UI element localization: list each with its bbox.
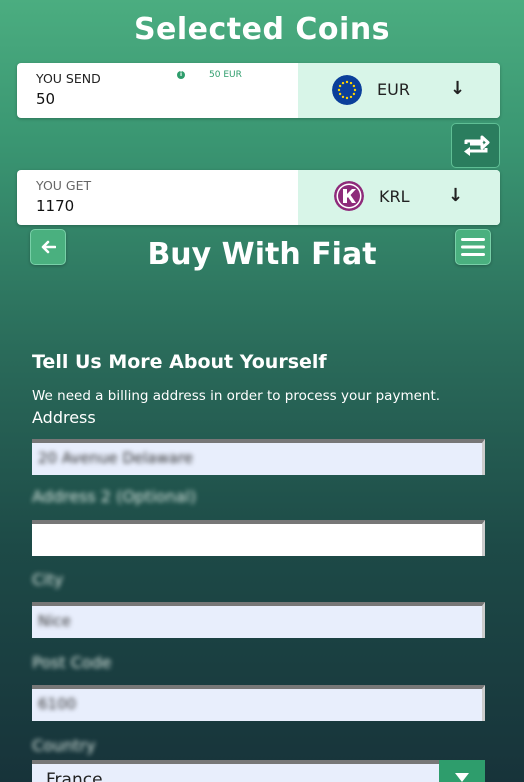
address2-input[interactable] bbox=[32, 520, 485, 556]
arrow-down-icon: ↓ bbox=[448, 185, 464, 206]
address2-label: Address 2 (Optional) bbox=[32, 487, 197, 506]
address-label: Address bbox=[32, 408, 96, 427]
send-amount-area[interactable]: YOU SEND i 50 EUR 50 bbox=[17, 63, 298, 118]
city-value: Nice bbox=[38, 612, 71, 630]
hamburger-menu-icon bbox=[461, 238, 485, 256]
get-amount-area[interactable]: YOU GET 1170 bbox=[17, 170, 298, 225]
section-title: Tell Us More About Yourself bbox=[32, 351, 327, 373]
send-coin-selector[interactable]: EUR ↓ bbox=[298, 63, 500, 118]
address-input[interactable]: 20 Avenue Delaware bbox=[32, 439, 485, 475]
country-label: Country bbox=[32, 736, 96, 755]
swap-icon bbox=[463, 135, 489, 156]
postcode-label: Post Code bbox=[32, 653, 112, 672]
kryll-logo-icon bbox=[334, 181, 364, 211]
postcode-input[interactable]: 6100 bbox=[32, 685, 485, 721]
send-label: YOU SEND bbox=[36, 71, 101, 86]
country-value: France bbox=[46, 770, 103, 782]
get-coin-name: KRL bbox=[379, 187, 410, 206]
address-value: 20 Avenue Delaware bbox=[38, 449, 194, 467]
arrow-down-icon: ↓ bbox=[450, 78, 466, 99]
postcode-value: 6100 bbox=[38, 695, 77, 713]
send-coin-name: EUR bbox=[377, 80, 410, 99]
page-title: Buy With Fiat bbox=[147, 237, 377, 272]
send-amount-input[interactable]: 50 bbox=[36, 90, 55, 108]
get-row: YOU GET 1170 KRL ↓ bbox=[17, 170, 500, 225]
page-header-title: Selected Coins bbox=[133, 12, 391, 47]
get-coin-selector[interactable]: KRL ↓ bbox=[298, 170, 500, 225]
swap-button[interactable] bbox=[451, 123, 500, 168]
menu-button[interactable] bbox=[455, 229, 491, 265]
info-icon[interactable]: i bbox=[177, 71, 185, 79]
get-amount-input[interactable]: 1170 bbox=[36, 197, 74, 215]
send-row: YOU SEND i 50 EUR 50 EUR ↓ bbox=[17, 63, 500, 118]
send-equivalent: 50 EUR bbox=[209, 70, 242, 80]
eu-flag-icon bbox=[332, 75, 362, 105]
caret-down-icon bbox=[455, 773, 469, 782]
get-label: YOU GET bbox=[36, 178, 92, 193]
dropdown-toggle[interactable] bbox=[439, 760, 485, 782]
city-label: City bbox=[32, 570, 64, 589]
section-description: We need a billing address in order to pr… bbox=[32, 388, 441, 404]
country-select[interactable]: France bbox=[32, 760, 485, 782]
city-input[interactable]: Nice bbox=[32, 602, 485, 638]
